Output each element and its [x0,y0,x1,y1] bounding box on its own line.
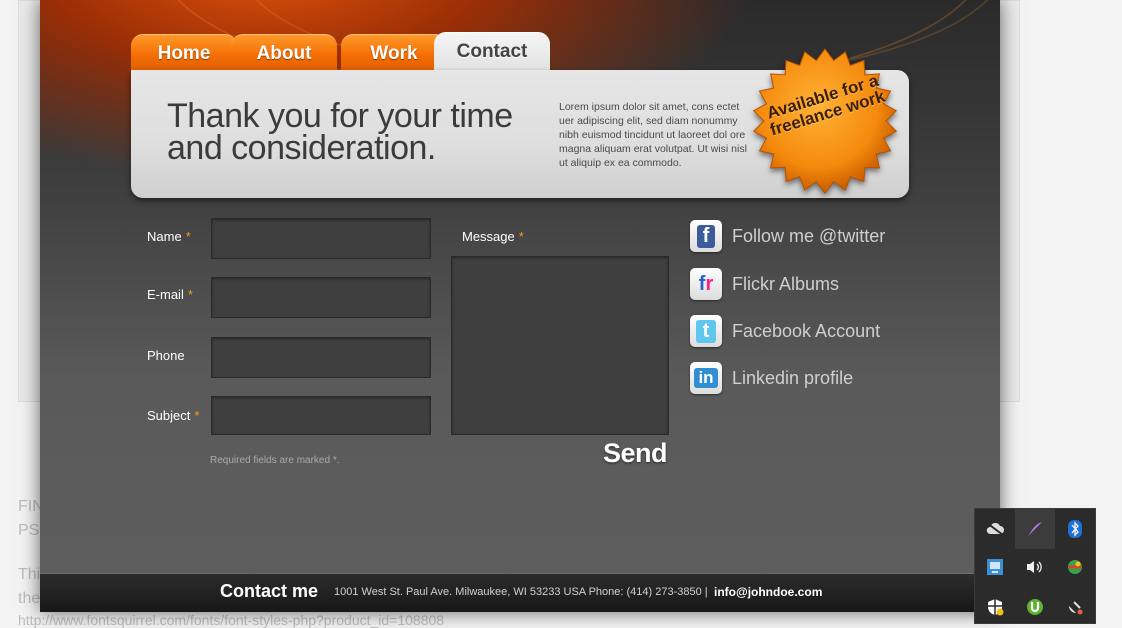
flickr-icon: fr [690,268,722,300]
background-text: the [18,590,41,607]
social-label: Flickr Albums [732,274,840,294]
send-button[interactable]: Send [603,438,668,469]
footer-title: Contact me [220,581,319,601]
subject-label: Subject * [147,408,200,423]
globe-icon[interactable] [1055,547,1095,587]
background-text: Thi [18,566,41,583]
background-text: PS [18,522,40,539]
email-field[interactable] [211,277,431,318]
email-label: E-mail * [147,287,193,302]
name-field[interactable] [211,218,431,259]
twitter-icon: t [690,315,722,347]
background-link[interactable]: http://www.fontsquirrel.com/fonts/font-s… [18,612,444,628]
satellite-icon[interactable] [1055,587,1095,627]
social-label: Facebook Account [732,321,881,341]
footer-address: 1001 West St. Paul Ave. Milwaukee, WI 53… [334,586,708,598]
tab-work[interactable]: Work [341,34,447,71]
name-label: Name * [147,229,191,244]
tab-contact[interactable]: Contact [434,32,550,73]
social-label: Linkedin profile [732,368,854,388]
facebook-icon: f [690,220,722,252]
shield-warning-icon[interactable] [975,587,1015,627]
message-textarea[interactable] [451,256,669,435]
message-label: Message * [462,229,524,244]
network-icon[interactable] [975,547,1015,587]
subject-field[interactable] [211,396,431,435]
bluetooth-icon[interactable] [1055,509,1095,549]
page-headline: Thank you for your time and consideratio… [167,97,513,167]
social-label: Follow me @twitter [732,226,886,246]
phone-field[interactable] [211,337,431,378]
system-tray-popup [974,508,1096,624]
tab-about[interactable]: About [231,34,337,71]
cloud-off-icon[interactable] [975,509,1015,549]
footer-email-link[interactable]: info@johndoe.com [714,585,822,599]
footer: Contact me 1001 West St. Paul Ave. Milwa… [40,573,1000,612]
phone-label: Phone [147,348,185,363]
torrent-icon[interactable] [1015,587,1055,627]
required-hint: Required fields are marked *. [210,455,340,466]
contact-page-design: Home About Work Contact Thank you for yo… [40,0,1000,612]
tab-home[interactable]: Home [131,34,237,71]
linkedin-icon: in [690,362,722,394]
intro-text: Lorem ipsum dolor sit amet, cons ectet u… [559,101,747,169]
freelance-badge: Available for a freelance work [750,46,900,196]
volume-icon[interactable] [1015,547,1055,587]
feather-icon[interactable] [1015,509,1055,549]
